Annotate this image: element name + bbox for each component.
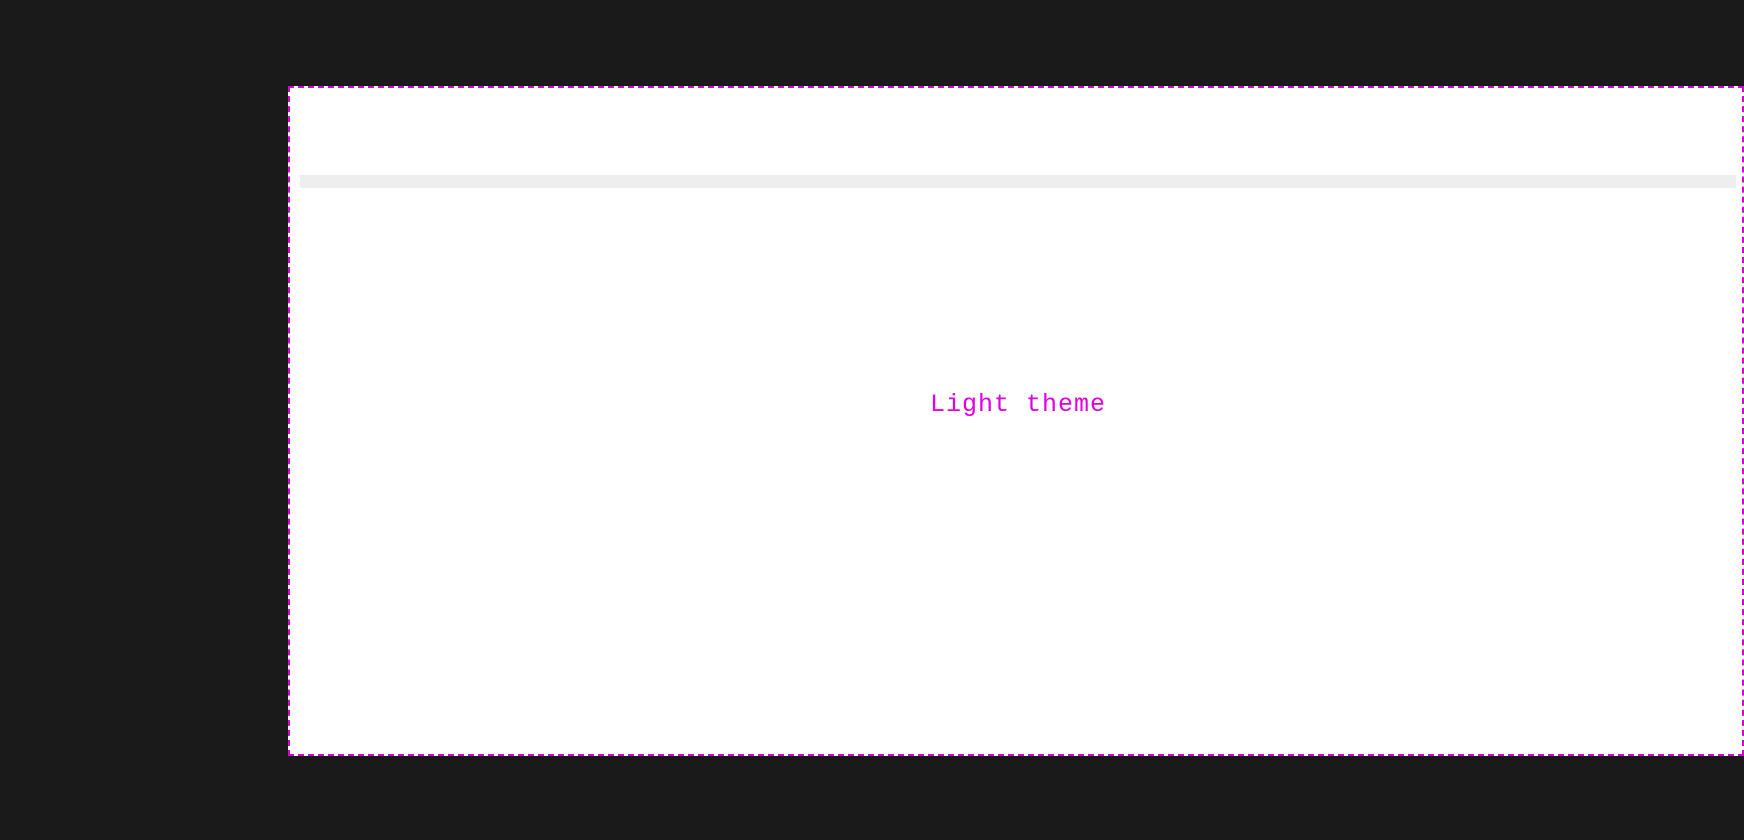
separator-bar	[300, 175, 1736, 189]
content-panel: Light theme	[300, 188, 1736, 741]
theme-label: Light theme	[930, 390, 1106, 419]
theme-preview-frame: Light theme	[288, 86, 1744, 756]
